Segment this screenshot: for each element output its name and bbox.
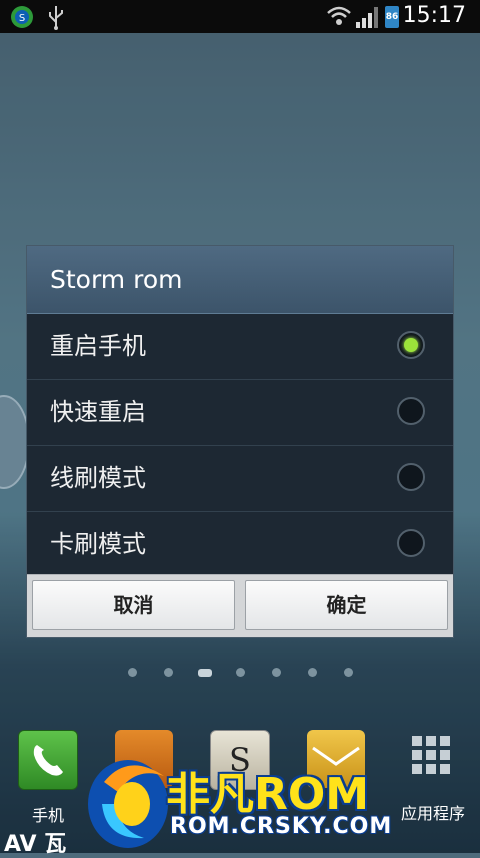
page-indicator (0, 666, 480, 680)
app-notification-icon: S (10, 5, 34, 33)
option-label: 线刷模式 (50, 464, 146, 492)
option-recovery-mode[interactable]: 卡刷模式 (27, 512, 453, 577)
apps-grid-icon (404, 730, 462, 788)
corner-watermark: AV 瓦 (4, 832, 67, 857)
page-dot[interactable] (128, 668, 137, 677)
page-dot[interactable] (164, 668, 173, 677)
crsky-logo-icon (84, 752, 174, 856)
status-bar: S 86 15:17 (0, 0, 480, 33)
page-dot[interactable] (308, 668, 317, 677)
signal-icon (356, 6, 380, 32)
battery-icon: 86 (385, 6, 399, 28)
radio-button-selected[interactable] (397, 331, 425, 359)
svg-text:S: S (19, 13, 25, 24)
ok-button[interactable]: 确定 (245, 580, 448, 630)
reboot-dialog: Storm rom 重启手机 快速重启 线刷模式 卡刷模式 取消 确定 (26, 245, 454, 638)
option-label: 卡刷模式 (50, 530, 146, 558)
watermark-title: 非凡ROM (166, 769, 370, 820)
dock-item-apps[interactable]: 应用程序 (396, 730, 470, 824)
watermark-url: ROM.CRSKY.COM (170, 814, 393, 839)
dock-label: 应用程序 (400, 804, 465, 823)
phone-icon (18, 730, 78, 790)
option-fast-reboot[interactable]: 快速重启 (27, 380, 453, 446)
option-label: 快速重启 (50, 398, 146, 426)
cancel-button[interactable]: 取消 (32, 580, 235, 630)
usb-icon (46, 4, 66, 34)
radio-button[interactable] (397, 463, 425, 491)
page-dot[interactable] (344, 668, 353, 677)
watermark: 非凡ROM ROM.CRSKY.COM (84, 752, 404, 853)
page-dot[interactable] (236, 668, 245, 677)
option-download-mode[interactable]: 线刷模式 (27, 446, 453, 512)
dialog-button-bar: 取消 确定 (27, 574, 453, 637)
option-reboot[interactable]: 重启手机 (27, 314, 453, 380)
wifi-icon (326, 5, 352, 31)
dock-item-phone[interactable]: 手机 (16, 730, 80, 826)
option-label: 重启手机 (50, 332, 146, 360)
radio-button[interactable] (397, 529, 425, 557)
radio-button[interactable] (397, 397, 425, 425)
dock-label: 手机 (31, 806, 64, 825)
clock: 15:17 (402, 3, 466, 28)
dialog-title: Storm rom (27, 246, 453, 314)
page-dot-active[interactable] (198, 669, 212, 677)
page-dot[interactable] (272, 668, 281, 677)
